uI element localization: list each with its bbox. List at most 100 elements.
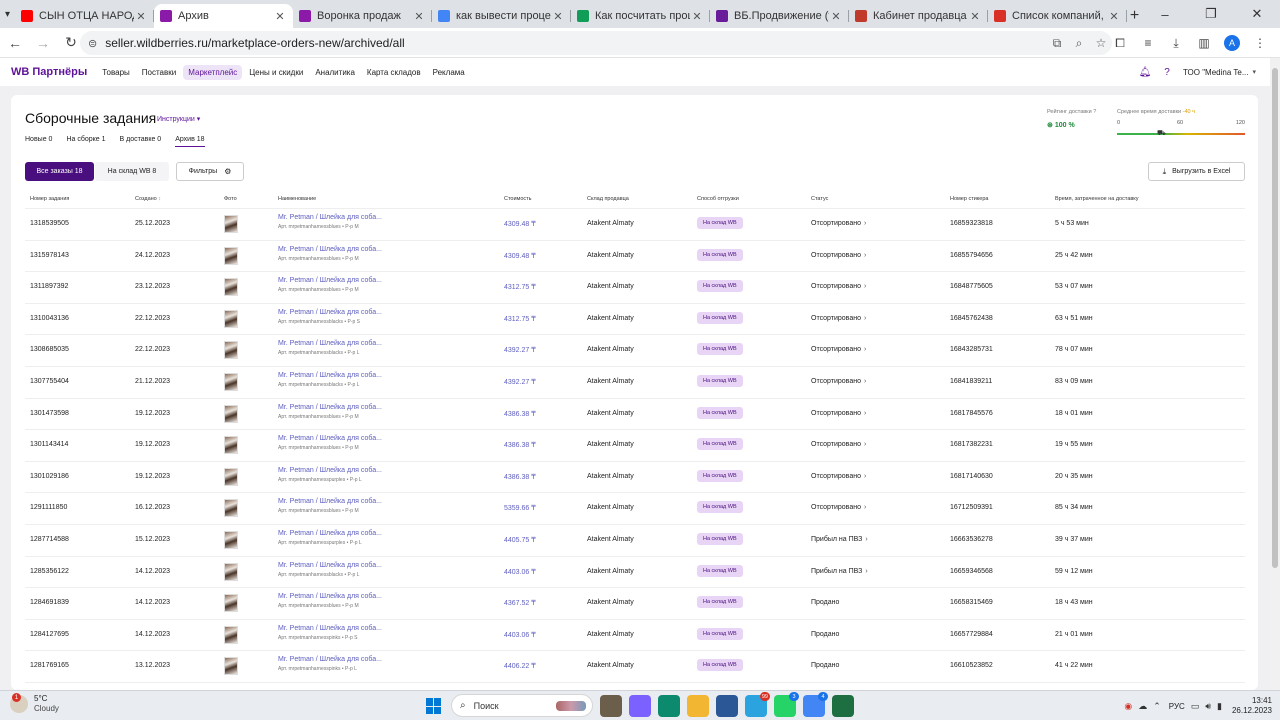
product-photo[interactable] xyxy=(224,625,238,644)
chrome-icon[interactable]: 4 xyxy=(803,692,828,717)
tab-close-icon[interactable]: ✕ xyxy=(1107,10,1121,23)
new-tab-button[interactable]: + xyxy=(1127,4,1142,28)
windows-start-icon[interactable] xyxy=(426,698,442,714)
table-row[interactable]: 1284127695 14.12.2023 Mr. Petman / Шлейка … xyxy=(25,620,1245,652)
chevron-right-icon[interactable]: › xyxy=(865,536,867,543)
file-explorer-icon[interactable] xyxy=(600,695,622,717)
restore-icon[interactable]: ❐ xyxy=(1188,0,1234,28)
sort-icon[interactable]: ↕ xyxy=(158,196,161,202)
chevron-right-icon[interactable]: › xyxy=(864,315,866,322)
language-indicator[interactable]: РУС xyxy=(1169,702,1185,711)
monitor-icon[interactable]: ▭ xyxy=(1191,701,1200,712)
browser-tab[interactable]: Воронка продаж ✕ xyxy=(293,4,432,28)
chevron-right-icon[interactable]: › xyxy=(864,378,866,385)
whatsapp-icon[interactable]: 3 xyxy=(774,692,799,717)
product-name-link[interactable]: Mr. Petman / Шлейка для соба... xyxy=(278,246,382,253)
product-photo[interactable] xyxy=(224,341,238,360)
cloud-tray-icon[interactable]: ☁︎ xyxy=(1138,701,1147,712)
product-photo[interactable] xyxy=(224,404,238,423)
product-photo[interactable] xyxy=(224,499,238,518)
chevron-right-icon[interactable]: › xyxy=(864,283,866,290)
close-window-icon[interactable]: ✕ xyxy=(1234,0,1280,28)
table-row[interactable]: 1285356122 14.12.2023 Mr. Petman / Шлейка … xyxy=(25,557,1245,589)
help-icon[interactable]: ? xyxy=(1159,64,1175,80)
brand-logo[interactable]: WB Партнёры xyxy=(11,66,87,78)
table-row[interactable]: 1301029186 19.12.2023 Mr. Petman / Шлейка … xyxy=(25,462,1245,494)
minimize-icon[interactable]: – xyxy=(1142,0,1188,28)
product-name-link[interactable]: Mr. Petman / Шлейка для соба... xyxy=(278,593,382,600)
chevron-right-icon[interactable]: › xyxy=(864,441,866,448)
forward-arrow-icon[interactable]: → xyxy=(30,30,56,56)
telegram-icon[interactable]: 99 xyxy=(745,692,770,717)
export-excel-button[interactable]: ⤓ Выгрузить в Excel xyxy=(1148,162,1245,181)
browser-tab[interactable]: Как посчитать проценты✕ xyxy=(571,4,710,28)
chevron-down-icon[interactable]: ▾ xyxy=(1252,68,1256,76)
table-row[interactable]: 1287714588 15.12.2023 Mr. Petman / Шлейка … xyxy=(25,525,1245,557)
tab-close-icon[interactable]: ✕ xyxy=(690,10,704,23)
address-bar[interactable]: ⊜ seller.wildberries.ru/marketplace-orde… xyxy=(80,31,1112,55)
nav-item[interactable]: Карта складов xyxy=(362,65,426,80)
product-photo[interactable] xyxy=(224,594,238,613)
side-panel-icon[interactable]: ▥ xyxy=(1192,31,1216,55)
company-selector[interactable]: ТОО "Medina Te... xyxy=(1183,68,1248,77)
nav-item[interactable]: Реклама xyxy=(428,65,470,80)
chevron-right-icon[interactable]: › xyxy=(865,568,867,575)
product-photo[interactable] xyxy=(224,467,238,486)
status[interactable]: Отсортировано › xyxy=(811,504,866,511)
product-name-link[interactable]: Mr. Petman / Шлейка для соба... xyxy=(278,277,382,284)
status[interactable]: Отсортировано › xyxy=(811,252,866,259)
browser-tab[interactable]: Список компаний, пола✕ xyxy=(988,4,1127,28)
copilot-icon[interactable] xyxy=(629,695,651,717)
all-orders-button[interactable]: Все заказы 18 xyxy=(25,162,94,181)
chevron-right-icon[interactable]: › xyxy=(864,252,866,259)
status[interactable]: Отсортировано › xyxy=(811,441,866,448)
product-photo[interactable] xyxy=(224,530,238,549)
chevron-right-icon[interactable]: › xyxy=(864,473,866,480)
clock[interactable]: 13:41 26.12.2023 xyxy=(1232,696,1272,716)
back-arrow-icon[interactable]: ← xyxy=(2,30,28,56)
notifications-bell-icon[interactable]: 🔔︎ xyxy=(1137,64,1153,80)
product-photo[interactable] xyxy=(224,562,238,581)
product-photo[interactable] xyxy=(224,278,238,297)
nav-item[interactable]: Поставки xyxy=(137,65,181,80)
nav-item[interactable]: Маркетплейс xyxy=(183,64,243,80)
extensions-icon[interactable]: ⧠ xyxy=(1108,31,1132,55)
tab-search-chevron-icon[interactable]: ▾ xyxy=(0,0,15,28)
taskbar-search[interactable]: ⌕ Поиск xyxy=(451,694,593,717)
site-info-icon[interactable]: ⊜ xyxy=(88,37,97,50)
tab-close-icon[interactable]: ✕ xyxy=(412,10,426,23)
zoom-icon[interactable]: ⌕ xyxy=(1068,36,1090,51)
subtab[interactable]: Архив 18 xyxy=(175,136,205,147)
product-name-link[interactable]: Mr. Petman / Шлейка для соба... xyxy=(278,530,382,537)
subtab[interactable]: В доставке 0 xyxy=(120,136,162,147)
product-name-link[interactable]: Mr. Petman / Шлейка для соба... xyxy=(278,340,382,347)
status[interactable]: Прибыл на ПВЗ › xyxy=(811,568,868,575)
nav-item[interactable]: Аналитика xyxy=(310,65,360,80)
instructions-dropdown[interactable]: Инструкции ▾ xyxy=(157,115,200,123)
nav-item[interactable]: Товары xyxy=(97,65,135,80)
battery-icon[interactable]: ▮ xyxy=(1217,701,1222,712)
table-row[interactable]: 1318539505 25.12.2023 Mr. Petman / Шлейка … xyxy=(25,209,1245,241)
weather-widget[interactable]: 1 5°C Cloudy xyxy=(10,693,59,714)
tab-close-icon[interactable]: ✕ xyxy=(829,10,843,23)
browser-tab[interactable]: как вывести процент в э✕ xyxy=(432,4,571,28)
status[interactable]: Отсортировано › xyxy=(811,283,866,290)
table-row[interactable]: 1284691839 14.12.2023 Mr. Petman / Шлейка … xyxy=(25,588,1245,620)
product-photo[interactable] xyxy=(224,372,238,391)
excel-icon[interactable] xyxy=(832,695,854,717)
status[interactable]: Отсортировано › xyxy=(811,378,866,385)
downloads-icon[interactable]: ⤓ xyxy=(1164,31,1188,55)
chevron-right-icon[interactable]: › xyxy=(864,410,866,417)
browser-tab[interactable]: СЫН ОТЦА НАРОДОВ Се✕ xyxy=(15,4,154,28)
product-name-link[interactable]: Mr. Petman / Шлейка для соба... xyxy=(278,372,382,379)
status[interactable]: Отсортировано › xyxy=(811,220,866,227)
browser-menu-icon[interactable]: ⋮ xyxy=(1248,31,1272,55)
product-name-link[interactable]: Mr. Petman / Шлейка для соба... xyxy=(278,309,382,316)
status[interactable]: Отсортировано › xyxy=(811,410,866,417)
header-order-id[interactable]: Номер задания xyxy=(30,196,69,202)
status[interactable]: Продано xyxy=(811,599,839,606)
tab-close-icon[interactable]: ✕ xyxy=(968,10,982,23)
filters-button[interactable]: Фильтры ⚙︎ xyxy=(176,162,244,181)
status[interactable]: Прибыл на ПВЗ › xyxy=(811,536,868,543)
product-photo[interactable] xyxy=(224,309,238,328)
